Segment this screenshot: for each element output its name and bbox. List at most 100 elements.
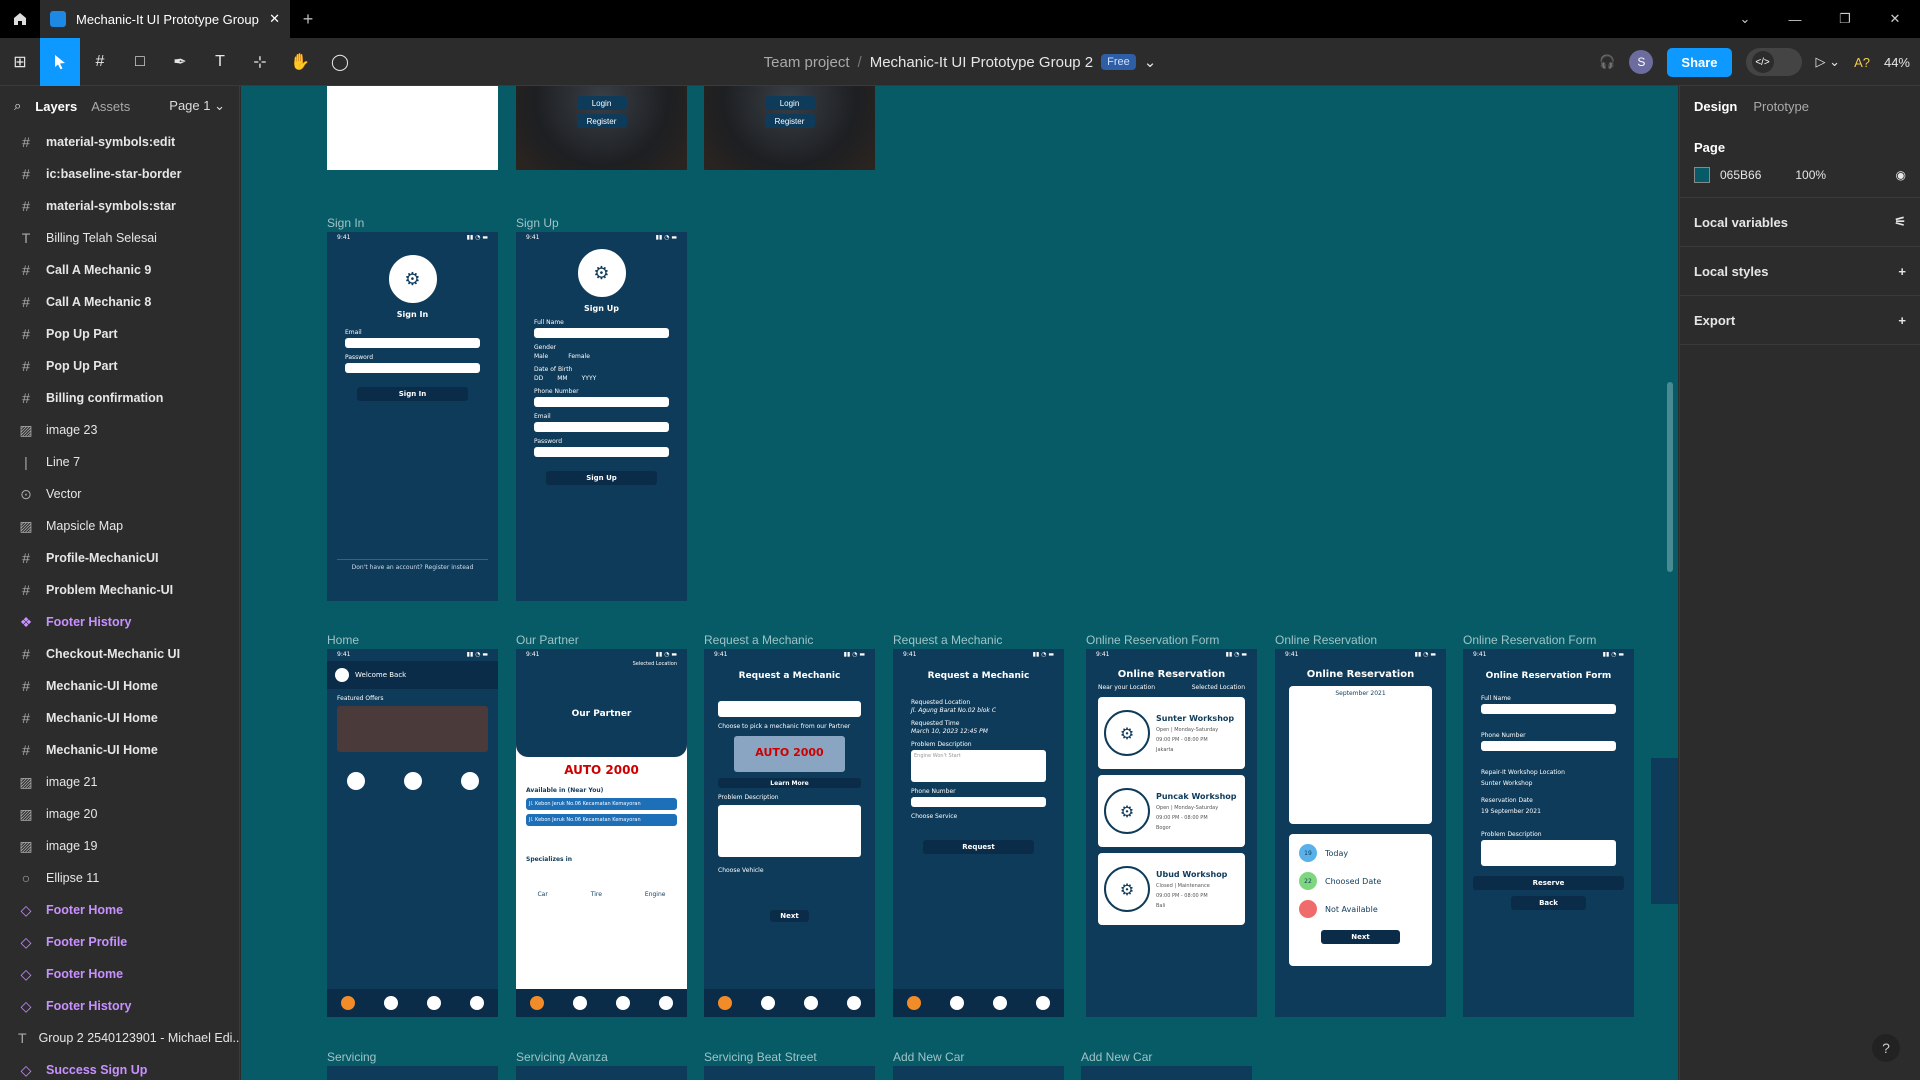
- online-reservation-icon[interactable]: [403, 772, 422, 790]
- profile-icon[interactable]: [1035, 996, 1050, 1010]
- main-menu-icon[interactable]: ⊞: [0, 38, 40, 86]
- servicing-icon[interactable]: [573, 996, 588, 1010]
- home-icon[interactable]: [907, 996, 922, 1010]
- tabs-dropdown-icon[interactable]: ⌄: [1720, 0, 1770, 38]
- layer-item[interactable]: ◇ Footer History: [0, 990, 239, 1022]
- page-color-row[interactable]: 065B66 100% ◉: [1694, 167, 1906, 183]
- gender-options[interactable]: Male Female: [516, 353, 687, 360]
- frame-label-request-1[interactable]: Request a Mechanic: [704, 633, 813, 647]
- frame-label-sign-up[interactable]: Sign Up: [516, 216, 559, 230]
- location-field[interactable]: [718, 701, 861, 717]
- home-icon[interactable]: [530, 996, 545, 1010]
- sign-up-frame[interactable]: 9:41 ▮▮ ◔ ▬ ⚙ Sign Up Full Name Gender Ma…: [516, 232, 687, 601]
- history-icon[interactable]: [426, 996, 441, 1010]
- frame-label[interactable]: Servicing Avanza: [516, 1050, 608, 1064]
- profile-icon[interactable]: [658, 996, 673, 1010]
- next-button[interactable]: Next: [770, 910, 809, 922]
- login-button[interactable]: Login: [576, 96, 627, 110]
- canvas[interactable]: Login Register Login Register Sign In 9:…: [241, 86, 1678, 1080]
- reservation-form-frame-2[interactable]: 9:41 ▮▮ ◔ ▬ Online Reservation Form Full …: [1463, 649, 1634, 1017]
- featured-offer-image[interactable]: [337, 706, 488, 752]
- file-name[interactable]: Mechanic-It UI Prototype Group 2: [870, 54, 1093, 71]
- layer-item[interactable]: # Mechanic-UI Home: [0, 702, 239, 734]
- profile-icon[interactable]: [846, 996, 861, 1010]
- layer-item[interactable]: ▨ image 19: [0, 830, 239, 862]
- frame-label-reservation[interactable]: Online Reservation: [1275, 633, 1377, 647]
- frame-label-home[interactable]: Home: [327, 633, 359, 647]
- frame-label-our-partner[interactable]: Our Partner: [516, 633, 579, 647]
- eye-icon[interactable]: ◉: [1896, 168, 1906, 182]
- export-row[interactable]: Export +: [1680, 296, 1920, 345]
- calendar[interactable]: September 2021: [1289, 686, 1432, 824]
- problem-textarea[interactable]: [1481, 840, 1616, 866]
- avatar[interactable]: S: [1629, 50, 1654, 74]
- full-name-field[interactable]: [534, 328, 669, 338]
- reserve-button[interactable]: Reserve: [1473, 876, 1624, 890]
- tab-design[interactable]: Design: [1694, 99, 1737, 114]
- frame-label[interactable]: Servicing Beat Street: [704, 1050, 817, 1064]
- resources-icon[interactable]: ⊹: [240, 38, 280, 86]
- frame-label-request-2[interactable]: Request a Mechanic: [893, 633, 1002, 647]
- move-tool-icon[interactable]: [40, 37, 80, 86]
- reservation-form-frame-1[interactable]: 9:41 ▮▮ ◔ ▬ Online Reservation Near your …: [1086, 649, 1257, 1017]
- help-icon[interactable]: ?: [1872, 1034, 1900, 1062]
- offscreen-frame[interactable]: [1651, 758, 1678, 904]
- page-selector[interactable]: Page 1 ⌄: [169, 98, 225, 114]
- workshop-card[interactable]: ⚙ Sunter Workshop Open | Monday-Saturday 09…: [1098, 697, 1245, 769]
- profile-icon[interactable]: [469, 996, 484, 1010]
- frame-preview[interactable]: [327, 1066, 498, 1080]
- layer-item[interactable]: # Pop Up Part: [0, 350, 239, 382]
- password-field[interactable]: [534, 447, 669, 457]
- request-mechanic-frame-1[interactable]: 9:41 ▮▮ ◔ ▬ Request a Mechanic Choose to …: [704, 649, 875, 1017]
- layer-item[interactable]: # Profile-MechanicUI: [0, 542, 239, 574]
- register-button[interactable]: Register: [576, 114, 627, 128]
- home-frame[interactable]: 9:41 ▮▮ ◔ ▬ Welcome Back Featured Offers: [327, 649, 498, 1017]
- layer-item[interactable]: ◇ Footer Home: [0, 894, 239, 926]
- layer-item[interactable]: ▨ image 20: [0, 798, 239, 830]
- tab-layers[interactable]: Layers: [35, 99, 77, 114]
- problem-textarea[interactable]: Engine Won't Start: [911, 750, 1046, 782]
- chevron-down-icon[interactable]: ⌄: [1144, 53, 1157, 71]
- layer-item[interactable]: # ic:baseline-star-border: [0, 158, 239, 190]
- our-partner-frame[interactable]: 9:41 ▮▮ ◔ ▬ Selected Location Our Partner…: [516, 649, 687, 1017]
- share-button[interactable]: Share: [1667, 47, 1732, 77]
- comment-tool-icon[interactable]: ◯: [320, 38, 360, 86]
- layer-item[interactable]: # Checkout-Mechanic UI: [0, 638, 239, 670]
- tab-prototype[interactable]: Prototype: [1753, 99, 1809, 114]
- home-icon[interactable]: [0, 0, 40, 38]
- reservation-frame[interactable]: 9:41 ▮▮ ◔ ▬ Online Reservation September …: [1275, 649, 1446, 1017]
- frame-preview[interactable]: [1081, 1066, 1252, 1080]
- phone-field[interactable]: [911, 797, 1046, 807]
- layer-item[interactable]: ◇ Footer Home: [0, 958, 239, 990]
- layer-item[interactable]: # material-symbols:edit: [0, 126, 239, 158]
- frame-label-reservation-form-2[interactable]: Online Reservation Form: [1463, 633, 1596, 647]
- layer-item[interactable]: # Call A Mechanic 8: [0, 286, 239, 318]
- plus-icon[interactable]: +: [1898, 313, 1906, 328]
- workshop-location-value[interactable]: Sunter Workshop: [1463, 780, 1634, 787]
- back-button[interactable]: Back: [1511, 896, 1586, 910]
- history-icon[interactable]: [803, 996, 818, 1010]
- frame-label[interactable]: Add New Car: [893, 1050, 964, 1064]
- frame-preview[interactable]: [893, 1066, 1064, 1080]
- home-icon[interactable]: [718, 996, 733, 1010]
- layer-item[interactable]: ▨ image 23: [0, 414, 239, 446]
- vertical-scrollbar[interactable]: [1667, 382, 1673, 572]
- phone-field[interactable]: [534, 397, 669, 407]
- workshop-card[interactable]: ⚙ Puncak Workshop Open | Monday-Saturday 09…: [1098, 775, 1245, 847]
- sign-in-button[interactable]: Sign In: [357, 387, 468, 401]
- layer-item[interactable]: # Mechanic-UI Home: [0, 670, 239, 702]
- splash-frame-2[interactable]: Login Register: [704, 86, 875, 170]
- home-icon[interactable]: [341, 996, 356, 1010]
- zoom-level[interactable]: 44%: [1884, 55, 1910, 70]
- frame-label-sign-in[interactable]: Sign In: [327, 216, 364, 230]
- full-name-field[interactable]: [1481, 704, 1616, 714]
- request-mechanic-frame-2[interactable]: 9:41 ▮▮ ◔ ▬ Request a Mechanic Requested …: [893, 649, 1064, 1017]
- frame-label[interactable]: Add New Car: [1081, 1050, 1152, 1064]
- layer-item[interactable]: ▨ Mapsicle Map: [0, 510, 239, 542]
- dob-fields[interactable]: DD MM YYYY: [516, 375, 687, 382]
- email-field[interactable]: [534, 422, 669, 432]
- pen-tool-icon[interactable]: ✒: [160, 38, 200, 86]
- layer-item[interactable]: | Line 7: [0, 446, 239, 478]
- search-icon[interactable]: ⌕: [14, 98, 21, 114]
- ai-icon[interactable]: A?: [1854, 55, 1870, 70]
